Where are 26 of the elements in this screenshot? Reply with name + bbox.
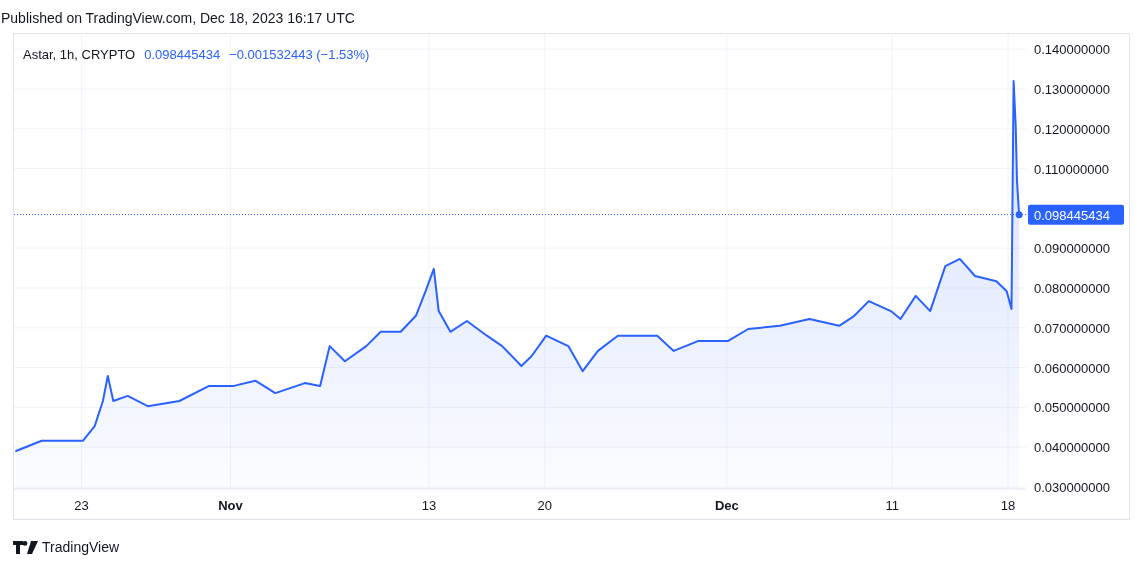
price-value: 0.098445434 [144, 47, 221, 62]
published-caption: Published on TradingView.com, Dec 18, 2023 16:17 UTC [1, 9, 356, 28]
price-change: −0.001532443 (−1.53%) [229, 47, 370, 62]
price-tick: 0.120000000 [1034, 121, 1110, 137]
price-tick: 0.090000000 [1034, 241, 1110, 257]
time-tick: Nov [218, 498, 243, 513]
symbol-label: Astar, 1h, CRYPTO [23, 47, 136, 62]
price-tick: 0.040000000 [1034, 440, 1110, 456]
last-price-tag: 0.098445434 [1028, 204, 1124, 225]
time-tick: 11 [885, 498, 899, 513]
price-tick: 0.050000000 [1034, 400, 1110, 416]
price-tick: 0.080000000 [1034, 280, 1110, 296]
price-tick: 0.130000000 [1034, 81, 1110, 97]
last-point [1015, 211, 1023, 219]
time-tick: 20 [537, 498, 553, 513]
price-tick: 0.060000000 [1034, 360, 1110, 376]
time-tick: Dec [714, 498, 739, 513]
time-tick: 13 [421, 498, 437, 513]
brand-name: TradingView [42, 539, 120, 555]
time-tick: 18 [1000, 498, 1016, 513]
time-tick: 23 [74, 498, 89, 513]
price-tick: 0.030000000 [1034, 480, 1110, 495]
price-tick: 0.110000000 [1034, 161, 1109, 177]
price-tick: 0.140000000 [1034, 42, 1110, 58]
price-tick: 0.070000000 [1034, 320, 1110, 336]
logo-icon [13, 540, 38, 554]
